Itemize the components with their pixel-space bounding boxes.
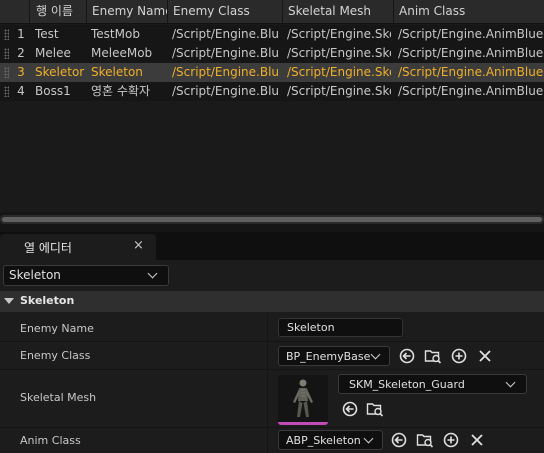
row-number: 1 xyxy=(17,27,25,41)
chevron-down-icon xyxy=(363,433,374,444)
skeletal-mesh-cell: /Script/Engine.Skel xyxy=(287,27,391,41)
header-anim-class[interactable]: Anim Class xyxy=(394,0,544,24)
enemy-class-cell: /Script/Engine.Bluep xyxy=(172,46,279,60)
tab-label: 열 에디터 xyxy=(24,241,72,255)
row-number: 3 xyxy=(17,65,25,79)
table-row[interactable]: 1 Test TestMob /Script/Engine.Bluep /Scr… xyxy=(0,25,544,44)
column-divider[interactable] xyxy=(267,428,268,453)
anim-class-picker[interactable]: ABP_Skeleton xyxy=(278,430,383,450)
enemy-name-value: Skeleton xyxy=(287,321,335,334)
header-index-column xyxy=(0,0,30,24)
row-name-cell: Melee xyxy=(35,46,71,60)
row-number: 4 xyxy=(17,84,25,98)
drag-handle-icon[interactable] xyxy=(4,86,9,97)
clear-icon[interactable] xyxy=(476,347,494,365)
add-icon[interactable] xyxy=(450,347,468,365)
collapse-arrow-icon[interactable] xyxy=(4,298,14,304)
drag-handle-icon[interactable] xyxy=(4,67,9,78)
enemy-class-picker[interactable]: BP_EnemyBase xyxy=(278,346,390,366)
table-row[interactable]: 4 Boss1 영혼 수확자 /Script/Engine.Bluep /Scr… xyxy=(0,82,544,101)
property-label: Enemy Name xyxy=(20,322,94,335)
enemy-class-cell: /Script/Engine.Bluep xyxy=(172,27,279,41)
enemy-name-cell: MeleeMob xyxy=(91,46,153,60)
property-row-enemy-class: Enemy Class BP_EnemyBase xyxy=(0,342,544,370)
clear-icon[interactable] xyxy=(468,431,486,449)
close-icon[interactable]: × xyxy=(133,238,144,254)
enemy-class-cell: /Script/Engine.Bluep xyxy=(172,84,279,98)
browse-asset-icon[interactable] xyxy=(424,347,442,365)
chevron-down-icon xyxy=(370,349,381,360)
property-row-enemy-name: Enemy Name Skeleton xyxy=(0,313,544,342)
enemy-class-cell: /Script/Engine.Bluep xyxy=(172,65,279,79)
skeletal-mesh-picker[interactable]: SKM_Skeleton_Guard xyxy=(338,374,527,394)
enemy-name-input[interactable]: Skeleton xyxy=(278,318,403,337)
tab-row-editor[interactable]: 열 에디터 × xyxy=(0,234,156,260)
column-divider[interactable] xyxy=(267,342,268,369)
row-name-cell: Test xyxy=(35,27,59,41)
asset-type-color-bar xyxy=(278,422,328,425)
panel-tab-bar: 열 에디터 × xyxy=(0,232,544,260)
column-divider[interactable] xyxy=(267,370,268,427)
chevron-down-icon xyxy=(505,377,516,388)
header-enemy-class[interactable]: Enemy Class xyxy=(168,0,283,24)
skeletal-mesh-cell: /Script/Engine.Skel xyxy=(287,46,391,60)
anim-class-cell: /Script/Engine.AnimBlueprint xyxy=(398,65,544,79)
scrollbar-thumb[interactable] xyxy=(2,217,542,222)
property-label: Skeletal Mesh xyxy=(20,391,97,404)
use-selected-asset-icon[interactable] xyxy=(398,347,416,365)
property-row-skeletal-mesh: Skeletal Mesh SKM_Skeleton_Guard xyxy=(0,370,544,428)
row-name-cell: Boss1 xyxy=(35,84,71,98)
row-number: 2 xyxy=(17,46,25,60)
add-icon[interactable] xyxy=(442,431,460,449)
drag-handle-icon[interactable] xyxy=(4,29,9,40)
data-table: 행 이름 Enemy Name Enemy Class Skeletal Mes… xyxy=(0,0,544,212)
horizontal-scrollbar[interactable] xyxy=(0,215,544,224)
browse-asset-icon[interactable] xyxy=(366,400,384,418)
property-label: Anim Class xyxy=(20,434,81,447)
enemy-name-cell: Skeleton xyxy=(91,65,143,79)
row-selector-value: Skeleton xyxy=(9,268,61,282)
property-row-anim-class: Anim Class ABP_Skeleton xyxy=(0,428,544,453)
chevron-down-icon xyxy=(147,268,158,279)
use-selected-asset-icon[interactable] xyxy=(341,400,359,418)
section-title: Skeleton xyxy=(20,294,75,307)
column-divider[interactable] xyxy=(267,313,268,341)
skeleton-figure-icon xyxy=(278,375,328,422)
property-label: Enemy Class xyxy=(20,349,91,362)
row-selector-dropdown[interactable]: Skeleton xyxy=(3,265,169,286)
table-header: 행 이름 Enemy Name Enemy Class Skeletal Mes… xyxy=(0,0,544,24)
table-row[interactable]: 2 Melee MeleeMob /Script/Engine.Bluep /S… xyxy=(0,44,544,63)
browse-asset-icon[interactable] xyxy=(416,431,434,449)
drag-handle-icon[interactable] xyxy=(4,48,9,59)
header-row-name[interactable]: 행 이름 xyxy=(31,0,87,24)
row-name-cell: Skeletor xyxy=(35,65,85,79)
anim-class-cell: /Script/Engine.AnimBlueprint xyxy=(398,84,544,98)
skeletal-mesh-thumbnail[interactable] xyxy=(278,375,328,425)
header-enemy-name[interactable]: Enemy Name xyxy=(87,0,168,24)
use-selected-asset-icon[interactable] xyxy=(390,431,408,449)
skeletal-mesh-cell: /Script/Engine.Skel xyxy=(287,65,391,79)
section-header[interactable]: Skeleton xyxy=(0,291,544,312)
enemy-name-cell: TestMob xyxy=(91,27,140,41)
anim-class-cell: /Script/Engine.AnimBlueprint xyxy=(398,27,544,41)
enemy-class-value: BP_EnemyBase xyxy=(286,350,371,363)
skeletal-mesh-value: SKM_Skeleton_Guard xyxy=(349,378,465,391)
table-row-selected[interactable]: 3 Skeletor Skeleton /Script/Engine.Bluep… xyxy=(0,63,544,82)
anim-class-cell: /Script/Engine.AnimBlueprint xyxy=(398,46,544,60)
anim-class-value: ABP_Skeleton xyxy=(286,434,361,447)
skeletal-mesh-cell: /Script/Engine.Skel xyxy=(287,84,391,98)
enemy-name-cell: 영혼 수확자 xyxy=(91,84,151,98)
header-skeletal-mesh[interactable]: Skeletal Mesh xyxy=(283,0,394,24)
